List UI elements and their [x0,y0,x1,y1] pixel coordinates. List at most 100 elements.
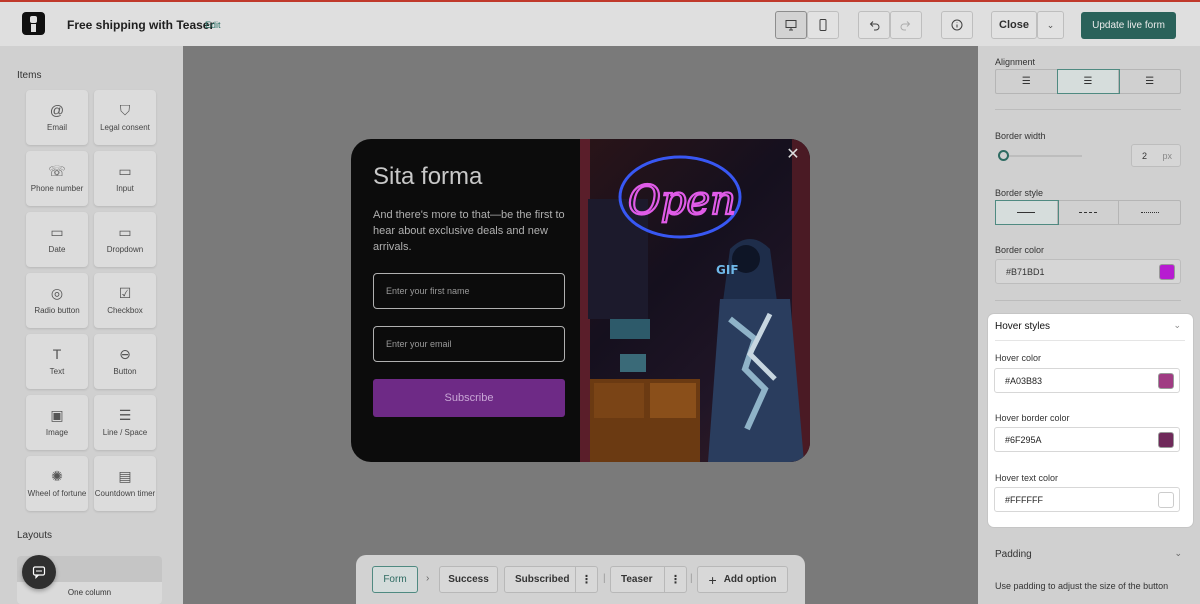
item-icon: ▭ [118,163,132,179]
item-icon: ▭ [118,224,132,240]
chevron-down-icon[interactable]: ⌄ [1174,548,1182,559]
layout-label: One column [67,588,112,597]
update-live-form-button[interactable]: Update live form [1081,12,1176,39]
item-icon: ⛉ [119,102,131,118]
item-icon: ▣ [50,407,64,423]
item-label: Wheel of fortune [27,489,87,498]
align-right-button[interactable]: ☰ [1119,70,1180,93]
hover-text-color-input[interactable]: #FFFFFF [994,487,1180,512]
item-text[interactable]: T Text [26,334,88,389]
hover-styles-title[interactable]: Hover styles [995,321,1050,332]
padding-label[interactable]: Padding [995,549,1032,560]
popup-image[interactable]: GIF Open [580,139,810,462]
item-radio-button[interactable]: ◎ Radio button [26,273,88,328]
chat-icon [32,566,46,579]
align-right-icon: ☰ [1145,76,1155,87]
item-input[interactable]: ▭ Input [94,151,156,206]
popup-preview[interactable]: Sita forma And there's more to that—be t… [351,139,810,462]
item-label: Date [48,245,66,254]
border-width-slider-track[interactable] [1002,155,1082,157]
border-style-label: Border style [995,188,1044,198]
step-subscribed-label: Subscribed [515,574,570,585]
hover-text-color-swatch[interactable] [1158,492,1174,508]
hover-border-color-value: #6F295A [1005,434,1042,445]
chevron-down-icon[interactable]: ⌄ [1173,320,1181,331]
item-icon: ⊖ [119,346,131,362]
hover-border-color-label: Hover border color [995,413,1070,423]
neon-sign-text: Open [628,178,736,224]
step-bar: Form › Success Subscribed ⋮ | Teaser ⋮ |… [356,555,805,604]
item-button[interactable]: ⊖ Button [94,334,156,389]
item-label: Email [46,123,67,132]
item-icon: ▤ [118,468,132,484]
step-form[interactable]: Form [372,566,418,593]
item-wheel-of-fortune[interactable]: ✺ Wheel of fortune [26,456,88,511]
item-label: Text [49,367,65,376]
popup-form-side: Sita forma And there's more to that—be t… [351,139,580,462]
add-option-button[interactable]: + Add option [697,566,788,593]
divider [995,109,1181,110]
step-success[interactable]: Success [439,566,498,593]
desktop-preview-button[interactable] [775,11,807,39]
email-input[interactable]: Enter your email [373,326,565,362]
edit-title-link[interactable]: Edit [205,20,221,30]
chat-button[interactable] [22,555,56,589]
step-teaser-label: Teaser [621,574,653,585]
app-logo-icon[interactable] [22,12,45,35]
redo-button[interactable] [890,11,922,39]
border-dotted-button[interactable] [1119,201,1180,224]
popup-description[interactable]: And there's more to that—be the first to… [373,207,573,255]
align-center-button[interactable]: ☰ [1056,69,1121,94]
hover-color-input[interactable]: #A03B83 [994,368,1180,393]
undo-button[interactable] [858,11,890,39]
first-name-input[interactable]: Enter your first name [373,273,565,309]
hover-border-color-swatch[interactable] [1158,432,1174,448]
border-solid-button[interactable] [995,200,1059,225]
divider [995,340,1185,341]
info-button[interactable] [941,11,973,39]
hover-color-swatch[interactable] [1158,373,1174,389]
item-date[interactable]: ▭ Date [26,212,88,267]
hover-styles-section: Hover styles ⌄ Hover color #A03B83 Hover… [988,314,1193,527]
item-label: Legal consent [100,123,150,132]
border-width-input[interactable]: 2 px [1131,144,1181,167]
item-icon: ✺ [51,468,63,484]
item-checkbox[interactable]: ☑ Checkbox [94,273,156,328]
border-color-input[interactable]: #B71BD1 [995,259,1181,284]
border-dashed-button[interactable] [1058,201,1120,224]
subscribe-button[interactable]: Subscribe [373,379,565,417]
item-email[interactable]: @ Email [26,90,88,145]
item-image[interactable]: ▣ Image [26,395,88,450]
border-color-swatch[interactable] [1159,264,1175,280]
align-left-button[interactable]: ☰ [996,70,1058,93]
form-title: Free shipping with Teaser [67,18,215,32]
item-dropdown[interactable]: ▭ Dropdown [94,212,156,267]
desktop-icon [785,20,797,31]
more-vertical-icon[interactable]: ⋮ [664,567,686,592]
add-option-label: Add option [723,574,777,585]
item-countdown-timer[interactable]: ▤ Countdown timer [94,456,156,511]
step-subscribed[interactable]: Subscribed ⋮ [504,566,598,593]
item-phone-number[interactable]: ☏ Phone number [26,151,88,206]
undo-icon [869,21,880,31]
item-icon: ☑ [118,285,132,301]
step-teaser[interactable]: Teaser ⋮ [610,566,687,593]
item-label: Phone number [30,184,84,193]
border-color-value: #B71BD1 [1006,266,1045,277]
more-vertical-icon[interactable]: ⋮ [575,567,597,592]
popup-close-icon[interactable]: ✕ [785,147,801,163]
item-label: Checkbox [107,306,143,315]
close-button[interactable]: Close [991,11,1037,39]
item-legal-consent[interactable]: ⛉ Legal consent [94,90,156,145]
item-line-space[interactable]: ☰ Line / Space [94,395,156,450]
chevron-down-icon: ⌄ [1046,19,1055,30]
popup-title[interactable]: Sita forma [373,163,482,191]
mobile-preview-button[interactable] [807,11,839,39]
close-options-button[interactable]: ⌄ [1037,11,1064,39]
hover-border-color-input[interactable]: #6F295A [994,427,1180,452]
chevron-right-icon: › [426,573,430,584]
border-width-unit: px [1162,151,1172,161]
svg-text:GIF: GIF [716,263,739,277]
step-divider: | [690,573,693,584]
border-width-slider-handle[interactable] [998,150,1009,161]
